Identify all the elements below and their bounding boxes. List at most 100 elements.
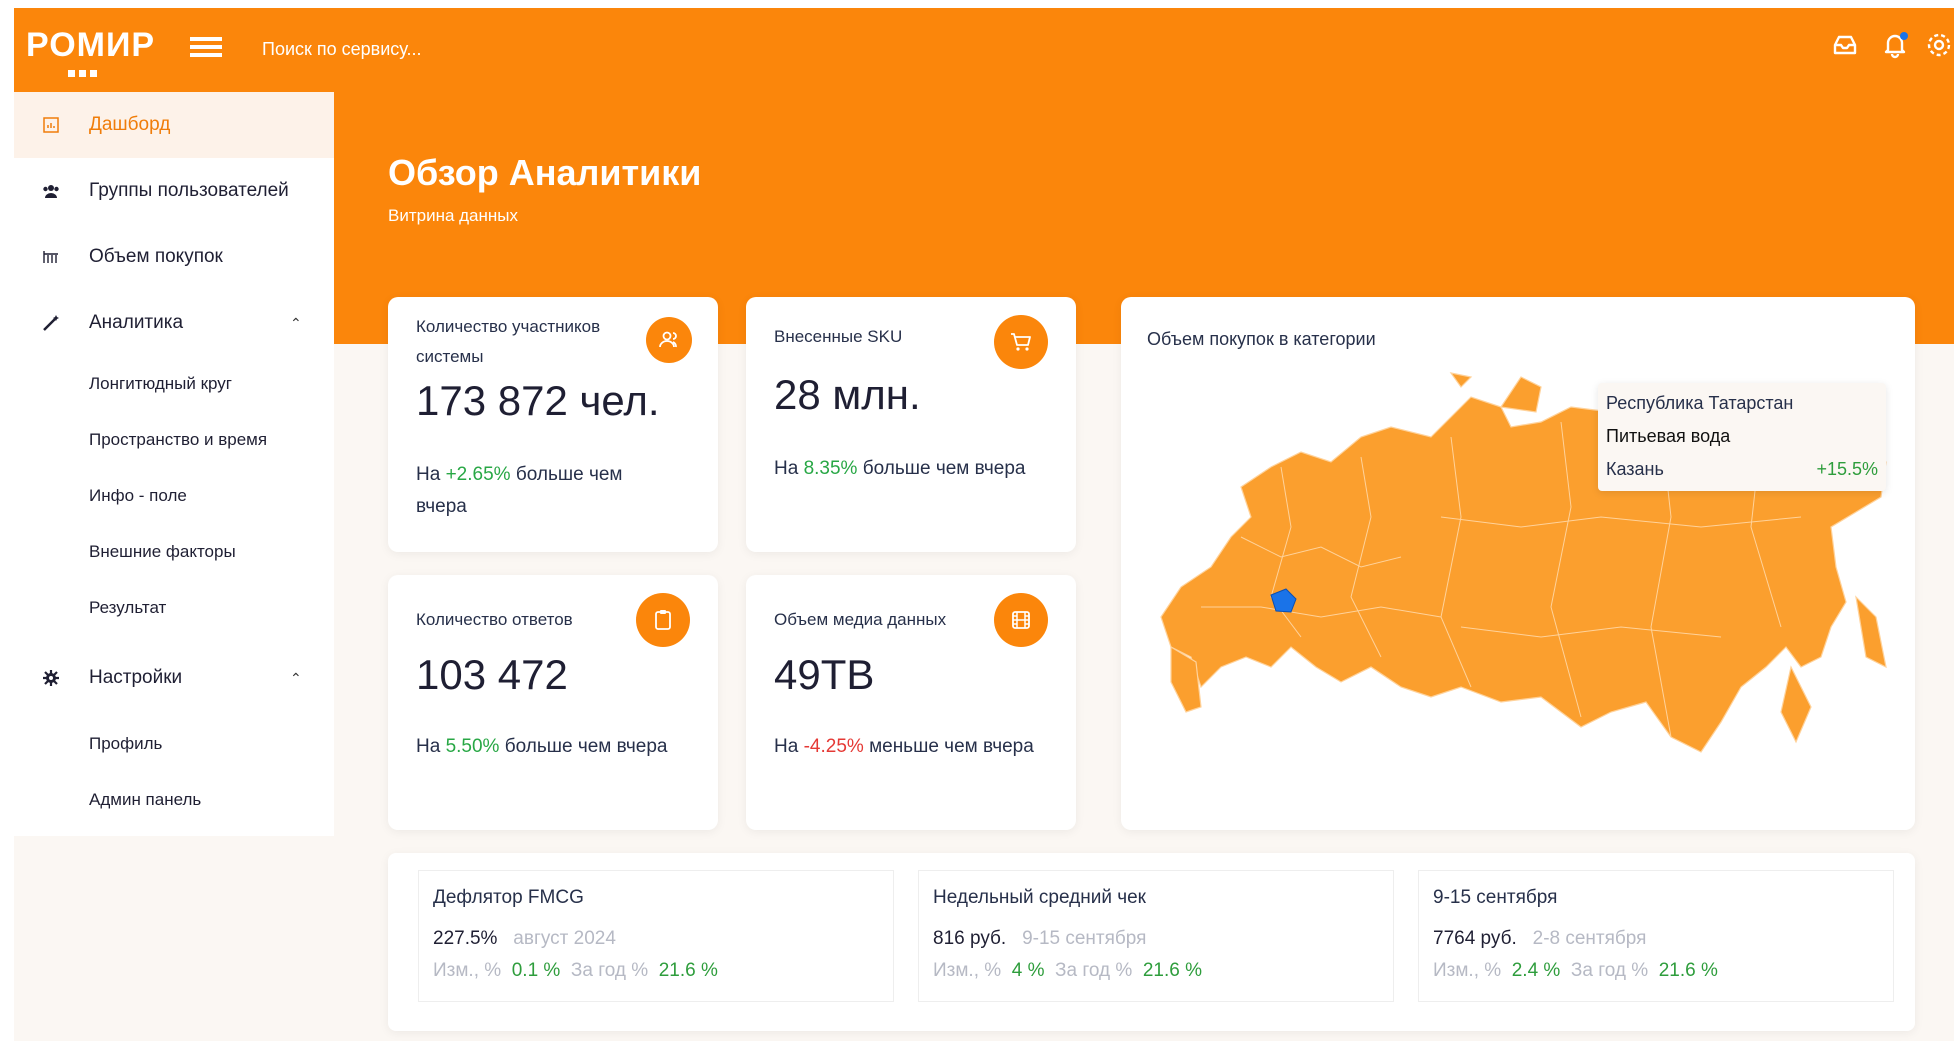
indicator-value: 227.5% [433,928,498,949]
change-value: 4 % [1011,960,1045,981]
page-title: Обзор Аналитики [388,152,702,193]
note-prefix: На [416,736,441,757]
year-label: За год % [570,960,649,981]
change-label: Изм., % [933,960,1002,981]
indicator-period: 2-8 сентября [1532,928,1647,949]
note-prefix: На [416,464,441,485]
search-input[interactable] [260,38,864,61]
kpi-delta: +2.65% [445,464,511,485]
kpi-delta: 5.50% [445,736,500,757]
kpi-change-note: На +2.65% больше чем вчера [416,459,676,523]
kpi-value: 173 872 чел. [416,377,660,424]
sidebar: Дашборд Группы пользователей Объем покуп… [14,92,334,836]
romir-logo[interactable]: РОМИР [26,26,155,65]
tooltip-city: Казань [1606,459,1664,479]
bar-chart-icon [40,246,62,268]
film-icon [994,593,1048,647]
indicator-value: 7764 руб. [1433,928,1517,949]
logo-dots [68,64,108,77]
kpi-card-sku: Внесенные SKU 28 млн. На 8.35% больше че… [746,297,1076,552]
indicator-title: Недельный средний чек [933,887,1146,908]
sidebar-item-label: Настройки [89,667,183,688]
indicator-value-line: 816 руб. 9-15 сентября [933,928,1146,950]
chart-icon [40,114,62,136]
sidebar-subitem-profile[interactable]: Профиль [89,734,162,754]
kpi-label: Количество ответов [416,610,573,629]
indicator-period: 9-15 сентября [1022,928,1147,949]
sidebar-subitem-admin-panel[interactable]: Админ панель [89,790,201,810]
kpi-change-note: На -4.25% меньше чем вчера [774,731,1034,763]
kpi-label: Количество участников системы [416,317,601,366]
sidebar-item-analytics[interactable]: Аналитика ⌃ [14,290,334,356]
map-tooltip: Республика Татарстан Питьевая вода Казан… [1598,383,1886,491]
sidebar-item-label: Объем покупок [89,246,223,267]
cart-icon [994,315,1048,369]
indicator-change-line: Изм., % 4 % За год % 21.6 % [933,960,1202,982]
sidebar-subitem-result[interactable]: Результат [89,598,166,618]
clipboard-icon [636,593,690,647]
indicator-card-week[interactable]: 9-15 сентября 7764 руб. 2-8 сентября Изм… [1418,870,1894,1002]
year-value: 21.6 % [658,960,718,981]
year-value: 21.6 % [1658,960,1718,981]
kpi-delta: 8.35% [803,458,858,479]
kpi-card-participants: Количество участников системы 173 872 че… [388,297,718,552]
change-label: Изм., % [1433,960,1502,981]
indicator-period: август 2024 [513,928,616,949]
inbox-icon[interactable] [1830,30,1860,60]
tooltip-change: +15.5% [1816,459,1878,479]
indicator-title: 9-15 сентября [1433,887,1558,908]
tooltip-category: Питьевая вода [1606,426,1731,446]
sidebar-item-user-groups[interactable]: Группы пользователей [14,158,334,224]
sidebar-subitem-space-time[interactable]: Пространство и время [89,430,267,450]
note-suffix: больше чем вчера [862,458,1026,479]
kpi-label: Внесенные SKU [774,327,903,346]
users-icon [40,180,62,202]
sidebar-item-label: Группы пользователей [89,180,289,201]
year-label: За год % [1055,960,1133,981]
note-prefix: На [774,736,799,757]
users-icon [646,317,692,363]
sidebar-item-dashboard[interactable]: Дашборд [14,92,334,158]
menu-toggle-icon[interactable] [190,37,222,61]
indicator-change-line: Изм., % 2.4 % За год % 21.6 % [1433,960,1718,982]
sidebar-subitem-external-factors[interactable]: Внешние факторы [89,542,236,562]
note-prefix: На [774,458,799,479]
sidebar-subitem-longitudinal[interactable]: Лонгитюдный круг [89,374,232,394]
change-label: Изм., % [433,960,502,981]
year-label: За год % [1570,960,1649,981]
kpi-change-note: На 5.50% больше чем вчера [416,731,676,763]
notification-bell-icon[interactable] [1880,30,1910,60]
sidebar-item-label: Аналитика [89,312,184,333]
settings-gear-icon[interactable] [1924,30,1954,60]
indicator-card-avg-check[interactable]: Недельный средний чек 816 руб. 9-15 сент… [918,870,1394,1002]
kpi-value: 103 472 [416,651,568,698]
note-suffix: меньше чем вчера [869,736,1034,757]
sidebar-item-settings[interactable]: Настройки ⌃ [14,645,334,711]
gear-icon [40,667,62,689]
kpi-value: 28 млн. [774,371,921,418]
map-card: Объем покупок в категории [1121,297,1915,830]
chevron-up-icon[interactable]: ⌃ [290,670,302,687]
year-value: 21.6 % [1142,960,1203,981]
chevron-up-icon[interactable]: ⌃ [290,315,302,332]
magic-wand-icon [40,312,62,334]
sidebar-subitem-info-field[interactable]: Инфо - поле [89,486,187,506]
note-suffix: больше чем вчера [504,736,668,757]
kpi-value: 49TB [774,651,875,698]
indicator-card-fmcg[interactable]: Дефлятор FMCG 227.5% август 2024 Изм., %… [418,870,894,1002]
kpi-change-note: На 8.35% больше чем вчера [774,453,1034,485]
sidebar-item-label: Дашборд [89,114,171,135]
indicator-change-line: Изм., % 0.1 % За год % 21.6 % [433,960,718,982]
kpi-card-media: Объем медиа данных 49TB На -4.25% меньше… [746,575,1076,830]
indicator-title: Дефлятор FMCG [433,887,584,908]
change-value: 0.1 % [511,960,561,981]
kpi-card-answers: Количество ответов 103 472 На 5.50% боль… [388,575,718,830]
indicator-value-line: 227.5% август 2024 [433,928,616,950]
tooltip-region: Республика Татарстан [1606,393,1794,413]
indicator-value: 816 руб. [933,928,1007,949]
kpi-delta: -4.25% [803,736,864,757]
sidebar-item-purchase-volume[interactable]: Объем покупок [14,224,334,290]
page-subtitle: Витрина данных [388,206,519,225]
change-value: 2.4 % [1511,960,1561,981]
indicator-value-line: 7764 руб. 2-8 сентября [1433,928,1646,950]
